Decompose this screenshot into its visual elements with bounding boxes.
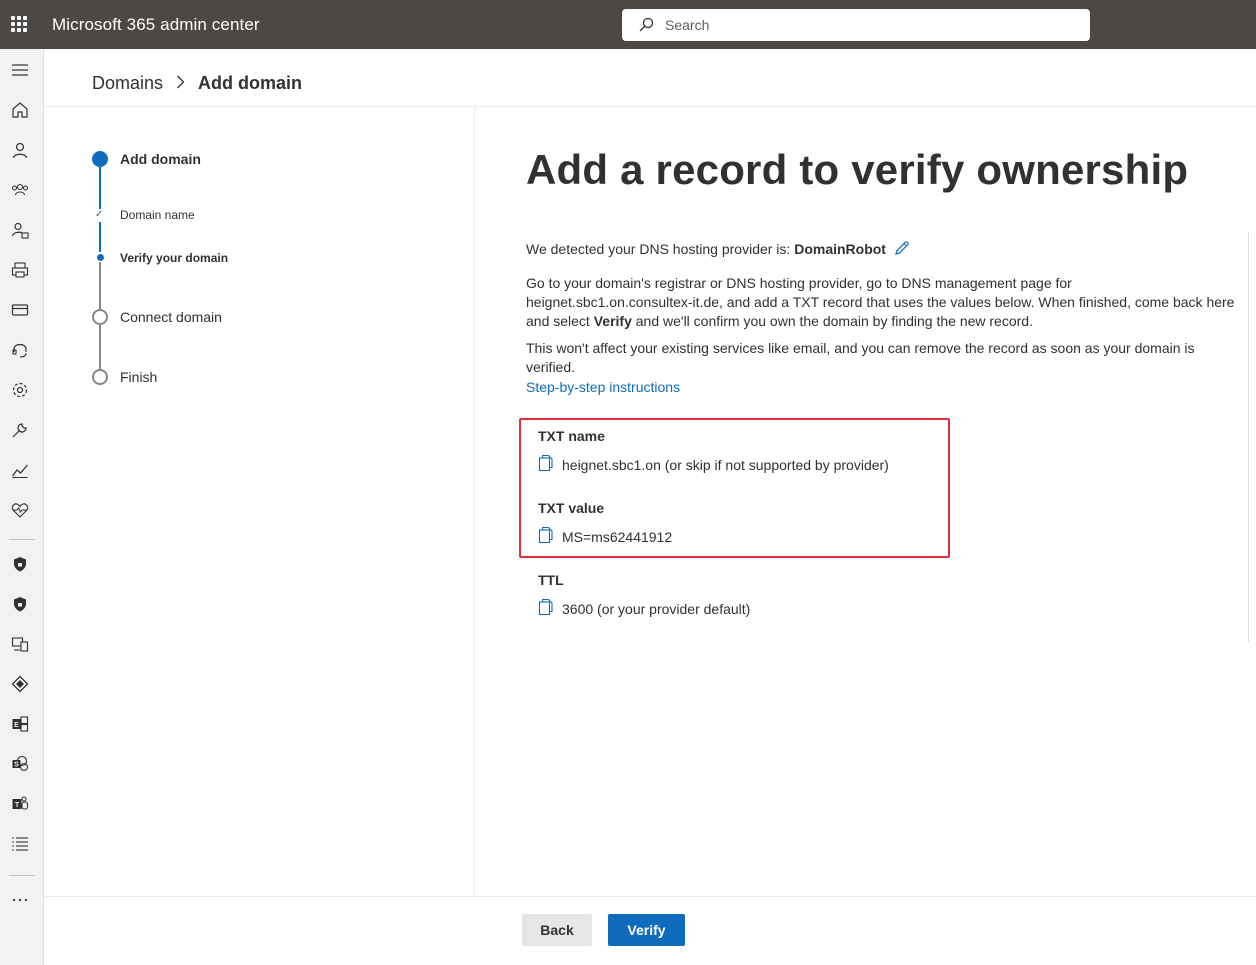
footer-divider (44, 896, 1256, 897)
instructions-paragraph: Go to your domain's registrar or DNS hos… (526, 274, 1242, 331)
instructions-text-bold: Verify (593, 313, 632, 329)
step-pending-circle (92, 309, 108, 325)
edit-pencil-icon[interactable] (894, 240, 910, 261)
info-paragraph: This won't affect your existing services… (526, 340, 1195, 375)
substep-current-dot (97, 254, 104, 261)
step-connector (99, 222, 101, 252)
breadcrumb: Domains Add domain (92, 73, 302, 94)
svg-text:S: S (14, 762, 19, 769)
all-admin-centers-icon[interactable] (11, 835, 29, 853)
reports-icon[interactable] (11, 461, 29, 479)
azure-ad-icon[interactable] (11, 675, 29, 693)
breadcrumb-domains-link[interactable]: Domains (92, 73, 163, 94)
page-title: Add a record to verify ownership (526, 146, 1189, 193)
groups-icon[interactable] (11, 181, 29, 199)
copy-icon[interactable] (538, 598, 554, 621)
endpoint-icon[interactable] (11, 635, 29, 653)
security-icon[interactable] (11, 555, 29, 573)
txt-name-label: TXT name (538, 428, 605, 444)
step-finish: Finish (120, 369, 158, 385)
dns-provider-name: DomainRobot (794, 241, 886, 257)
dns-provider-prefix: We detected your DNS hosting provider is… (526, 241, 795, 257)
navigation-rail: E S T (0, 49, 44, 965)
breadcrumb-current: Add domain (198, 73, 303, 93)
app-launcher-icon[interactable] (11, 16, 27, 32)
support-icon[interactable] (11, 341, 29, 359)
sharepoint-icon[interactable]: S (11, 755, 29, 773)
chevron-right-icon (176, 73, 185, 94)
user-icon[interactable] (11, 141, 29, 159)
txt-value-label: TXT value (538, 500, 605, 516)
dns-provider-text: We detected your DNS hosting provider is… (526, 241, 886, 257)
scrollbar[interactable] (1248, 232, 1249, 642)
compliance-icon[interactable] (11, 595, 29, 613)
verify-button[interactable]: Verify (608, 914, 685, 946)
ttl-value: 3600 (or your provider default) (562, 601, 751, 617)
txt-name-value: heignet.sbc1.on (or skip if not supporte… (562, 457, 889, 473)
search-icon (639, 17, 654, 32)
back-button[interactable]: Back (522, 914, 592, 946)
search-box[interactable]: Search (622, 9, 1090, 41)
printer-icon[interactable] (11, 261, 29, 279)
copy-icon[interactable] (538, 454, 554, 477)
header-divider (44, 106, 1256, 107)
search-input[interactable]: Search (665, 17, 709, 33)
step-add-domain: Add domain (120, 151, 201, 167)
step-connector (99, 325, 101, 369)
home-icon[interactable] (11, 101, 29, 119)
roles-icon[interactable] (11, 221, 29, 239)
svg-text:T: T (15, 802, 20, 809)
ttl-label: TTL (538, 572, 564, 588)
step-connect-domain: Connect domain (120, 309, 222, 325)
app-title[interactable]: Microsoft 365 admin center (52, 15, 260, 35)
menu-icon[interactable] (11, 61, 29, 79)
txt-value-value: MS=ms62441912 (562, 529, 673, 545)
teams-icon[interactable]: T (11, 795, 29, 813)
svg-text:E: E (14, 722, 19, 729)
step-pending-circle (92, 369, 108, 385)
panel-divider (474, 107, 475, 897)
copy-icon[interactable] (538, 526, 554, 549)
top-bar: Microsoft 365 admin center Search (0, 0, 1256, 49)
substep-verify-domain: Verify your domain (120, 251, 229, 265)
step-by-step-link[interactable]: Step-by-step instructions (526, 379, 680, 395)
setup-icon[interactable] (11, 421, 29, 439)
more-icon[interactable] (11, 891, 29, 909)
step-connector (99, 167, 101, 209)
instructions-text-b: and we'll confirm you own the domain by … (631, 313, 1033, 329)
exchange-icon[interactable]: E (11, 715, 29, 733)
checkmark-icon: ✓ (95, 209, 104, 220)
step-connector (99, 262, 101, 309)
step-current-dot (92, 151, 108, 167)
substep-domain-name: Domain name (120, 208, 195, 222)
health-icon[interactable] (11, 501, 29, 519)
settings-icon[interactable] (11, 381, 29, 399)
billing-icon[interactable] (11, 301, 29, 319)
